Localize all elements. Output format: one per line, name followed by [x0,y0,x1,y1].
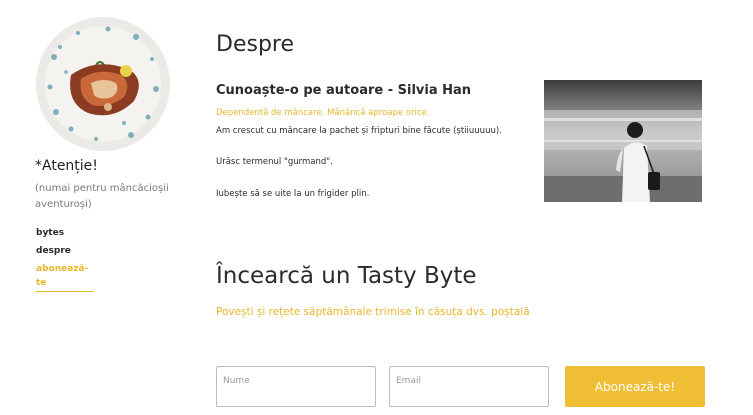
food-plate-image [36,17,170,151]
email-field[interactable] [389,366,549,407]
subscribe-button[interactable]: Abonează-te! [565,366,705,407]
page-title: Despre [216,32,294,57]
nav-item-bytes[interactable]: bytes [36,224,94,242]
nav-item-aboneaza[interactable]: abonează-te [36,262,94,292]
about-line-3: Iubește să se uite la un frigider plin. [216,189,370,199]
about-line-1: Am crescut cu mâncare la pachet și fript… [216,126,502,136]
subway-photo-image [544,80,702,202]
site-brand: *Atenție! [35,158,98,174]
author-photo [544,80,702,202]
sidebar-nav: bytes despre abonează-te [36,224,94,292]
avatar-food-plate [36,17,170,151]
about-subtitle: Cunoaște-o pe autoare - Silvia Han [216,83,472,98]
subscribe-description: Povești și rețete săptămânale trimise în… [216,306,530,318]
site-tagline: (numai pentru mâncăcioșii aventuroși) [35,183,169,210]
about-line-2: Urăsc termenul "gurmand". [216,157,333,167]
nav-item-despre[interactable]: despre [36,242,94,260]
name-field[interactable] [216,366,376,407]
about-highlight: Dependentă de mâncare. Mănâncă aproape o… [216,108,430,118]
subscribe-title: Încearcă un Tasty Byte [216,263,477,289]
